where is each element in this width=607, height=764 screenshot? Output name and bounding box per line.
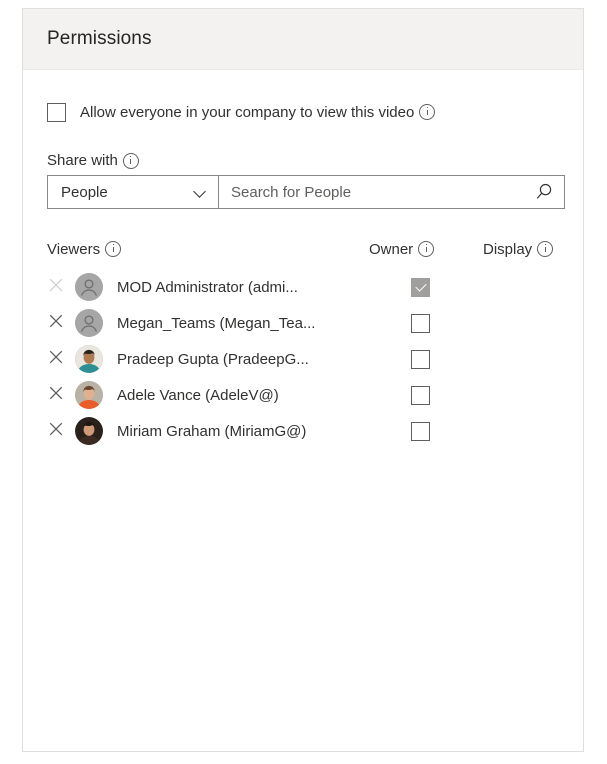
owner-checkbox [411, 277, 430, 297]
owner-cell [369, 277, 483, 297]
viewers-info-icon[interactable] [105, 241, 122, 257]
search-icon[interactable] [534, 182, 554, 202]
allow-everyone-label: Allow everyone in your company to view t… [80, 103, 415, 121]
owner-checkbox[interactable] [411, 421, 430, 441]
avatar [75, 309, 103, 337]
share-with-select-value: People [61, 183, 108, 201]
viewer-name: MOD Administrator (admi... [117, 278, 298, 296]
viewer-name: Megan_Teams (Megan_Tea... [117, 314, 316, 332]
search-input[interactable] [231, 183, 534, 201]
column-header-owner: Owner [369, 241, 483, 258]
owner-cell [369, 385, 483, 405]
owner-cell [369, 349, 483, 369]
viewer-name: Miriam Graham (MiriamG@) [117, 422, 307, 440]
avatar [75, 345, 103, 373]
search-people-box[interactable] [219, 175, 565, 209]
owner-info-icon[interactable] [418, 241, 435, 257]
close-icon[interactable] [47, 276, 75, 299]
owner-header-label: Owner [369, 240, 414, 258]
table-header-row: Viewers Owner Display [47, 237, 559, 261]
share-with-select[interactable]: People [47, 175, 219, 209]
avatar [75, 381, 103, 409]
table-row: Adele Vance (AdeleV@) [47, 377, 559, 413]
table-row: Pradeep Gupta (PradeepG... [47, 341, 559, 377]
allow-everyone-info-icon[interactable] [419, 104, 436, 120]
owner-checkbox[interactable] [411, 349, 430, 369]
allow-everyone-row[interactable]: Allow everyone in your company to view t… [47, 100, 559, 124]
owner-cell [369, 421, 483, 441]
viewer-cell: Miriam Graham (MiriamG@) [47, 417, 369, 445]
permissions-panel: Permissions Allow everyone in your compa… [22, 8, 584, 752]
viewer-name: Adele Vance (AdeleV@) [117, 386, 279, 404]
close-icon[interactable] [47, 312, 75, 335]
avatar [75, 417, 103, 445]
table-row: MOD Administrator (admi... [47, 269, 559, 305]
chevron-down-icon [195, 186, 207, 198]
viewer-cell: Adele Vance (AdeleV@) [47, 381, 369, 409]
panel-header: Permissions [23, 9, 583, 70]
owner-cell [369, 313, 483, 333]
viewers-header-label: Viewers [47, 240, 101, 258]
column-header-display: Display [483, 240, 554, 258]
share-with-label: Share with [47, 152, 118, 169]
share-with-info-icon[interactable] [122, 152, 139, 169]
share-with-label-group: Share with [47, 152, 559, 169]
share-with-row: People [47, 175, 565, 209]
permissions-table: Viewers Owner Display MOD Administrator … [47, 237, 559, 449]
display-info-icon[interactable] [537, 241, 554, 257]
viewer-cell: MOD Administrator (admi... [47, 273, 369, 301]
close-icon[interactable] [47, 420, 75, 443]
table-row: Megan_Teams (Megan_Tea... [47, 305, 559, 341]
close-icon[interactable] [47, 348, 75, 371]
viewer-cell: Pradeep Gupta (PradeepG... [47, 345, 369, 373]
avatar [75, 273, 103, 301]
page-title: Permissions [47, 28, 152, 49]
viewer-cell: Megan_Teams (Megan_Tea... [47, 309, 369, 337]
owner-checkbox[interactable] [411, 313, 430, 333]
column-header-viewers: Viewers [47, 241, 369, 258]
close-icon[interactable] [47, 384, 75, 407]
display-header-label: Display [483, 240, 533, 258]
viewer-name: Pradeep Gupta (PradeepG... [117, 350, 309, 368]
allow-everyone-checkbox[interactable] [47, 102, 66, 122]
table-row: Miriam Graham (MiriamG@) [47, 413, 559, 449]
table-rows: MOD Administrator (admi... Megan_Teams (M… [47, 269, 559, 449]
owner-checkbox[interactable] [411, 385, 430, 405]
panel-body: Allow everyone in your company to view t… [23, 100, 583, 449]
